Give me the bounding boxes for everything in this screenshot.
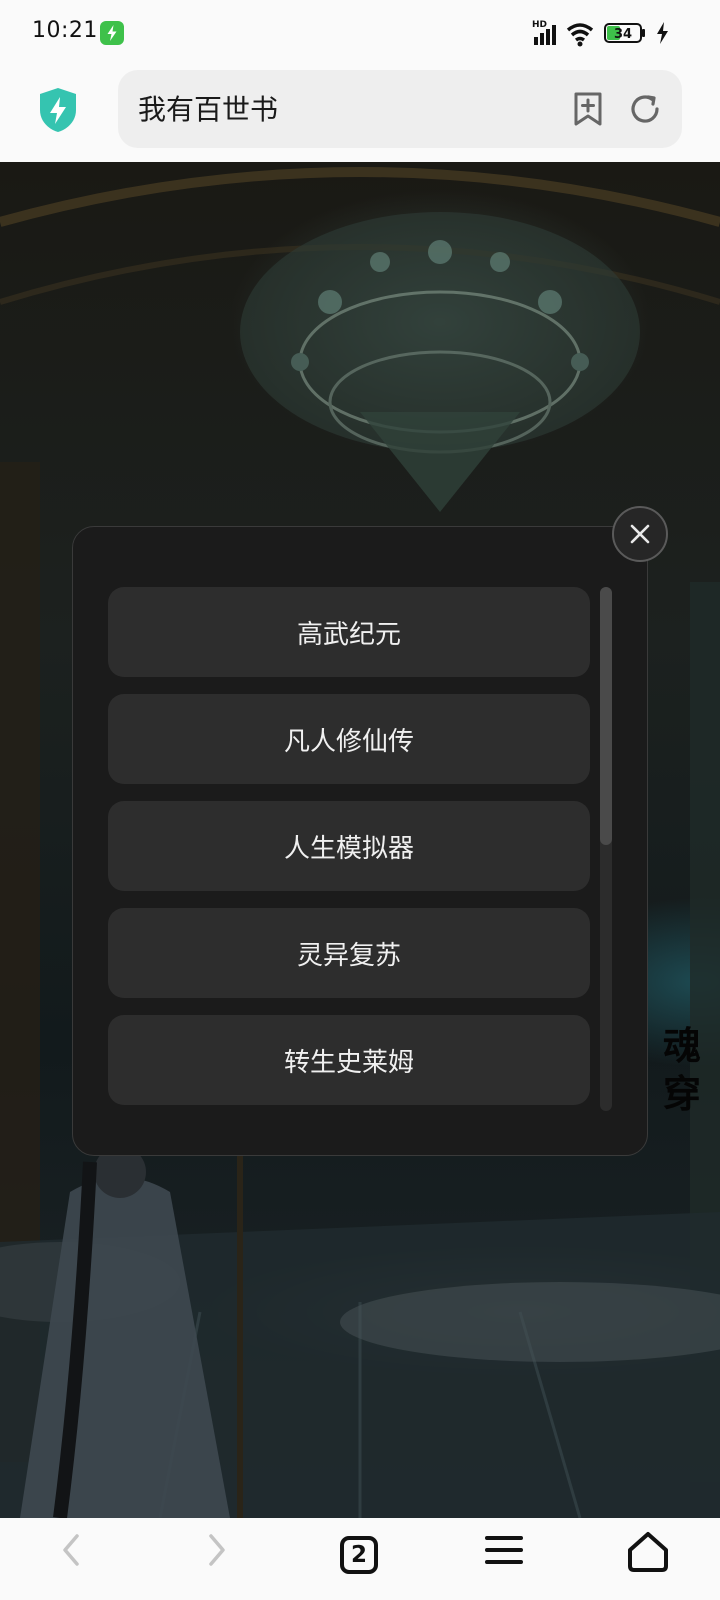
wifi-icon [566, 23, 594, 47]
charging-app-icon [100, 21, 124, 45]
charging-bolt-icon [657, 22, 668, 44]
option-item[interactable]: 人生模拟器 [108, 801, 590, 891]
close-button[interactable] [612, 506, 668, 562]
option-item[interactable]: 凡人修仙传 [108, 694, 590, 784]
menu-button[interactable] [474, 1530, 534, 1586]
search-input[interactable]: 我有百世书 [118, 70, 682, 148]
battery-icon: 34 [604, 23, 645, 43]
close-icon [630, 524, 650, 544]
status-icons: HD 34 [532, 18, 672, 48]
status-bar: 10:21 HD 34 [0, 0, 720, 64]
novel-select-dialog: 高武纪元 凡人修仙传 人生模拟器 灵异复苏 转生史莱姆 [72, 526, 648, 1156]
status-time: 10:21 [32, 18, 98, 43]
back-icon [63, 1534, 79, 1566]
shield-bolt-icon[interactable] [36, 86, 80, 134]
side-title: 魂穿 [662, 1024, 701, 1116]
option-item[interactable]: 转生史莱姆 [108, 1015, 590, 1105]
scrollbar-thumb[interactable] [600, 587, 612, 845]
network-badge: HD [532, 20, 547, 30]
tabs-button[interactable]: 2 [328, 1530, 388, 1586]
home-button[interactable] [618, 1530, 678, 1586]
home-icon [628, 1532, 668, 1572]
reload-icon[interactable] [626, 90, 664, 128]
signal-icon: HD [532, 20, 556, 45]
option-list: 高武纪元 凡人修仙传 人生模拟器 灵异复苏 转生史莱姆 [108, 587, 590, 1122]
option-item[interactable]: 高武纪元 [108, 587, 590, 677]
bottom-navigation: 2 [0, 1518, 720, 1600]
search-query: 我有百世书 [138, 93, 279, 126]
address-bar: 我有百世书 [0, 64, 720, 162]
forward-button[interactable] [186, 1530, 246, 1586]
scrollbar[interactable] [600, 587, 612, 1111]
chandelier-illustration [240, 212, 640, 512]
bookmark-add-icon[interactable] [570, 90, 606, 128]
tabs-icon: 2 [340, 1536, 378, 1574]
battery-level: 34 [614, 27, 632, 42]
forward-icon [209, 1534, 225, 1566]
back-button[interactable] [42, 1530, 102, 1586]
menu-icon [485, 1536, 523, 1564]
option-item[interactable]: 灵异复苏 [108, 908, 590, 998]
